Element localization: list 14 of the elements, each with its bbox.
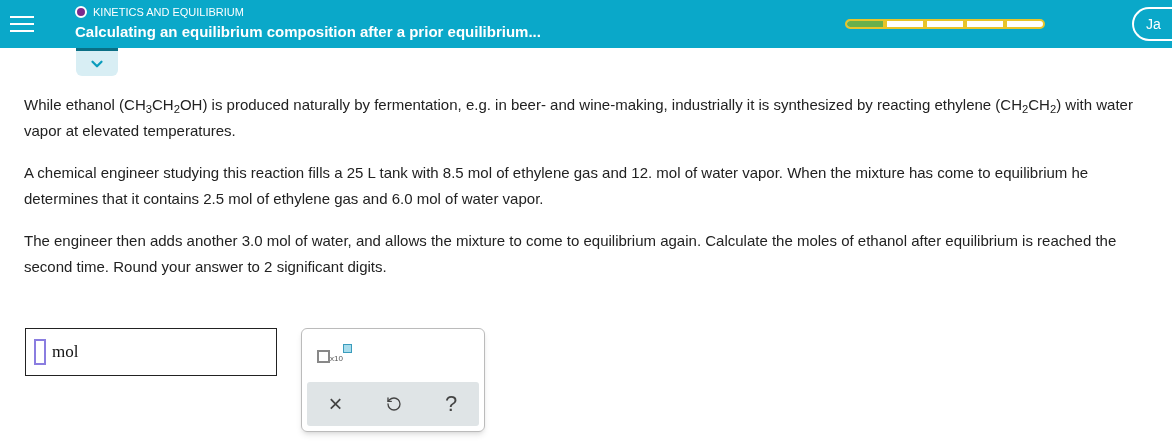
collapse-toggle[interactable] [76,48,118,76]
clear-button[interactable]: × [328,392,343,416]
help-button[interactable]: ? [445,393,458,415]
answer-field[interactable]: mol [25,328,277,376]
cursor-box-icon [34,339,46,365]
problem-paragraph: A chemical engineer studying this reaction fills a 25 L tank with 8.5 mol of ethylene gas and 12. mol of water vapor. When the mixture has come to equilibrium he determines that it contains 2.5 mol of ethylene gas and 6.0 mol of water vapor. [24,163,1090,209]
undo-icon[interactable] [385,396,402,412]
problem-paragraph: The engineer then adds another 3.0 mol of water, and allows the mixture to come to equilibrium again. Calculate the moles of ethanol after equilibrium is reached the second time. Round your answer to 2 significant digits. [24,231,1118,277]
topic-label: KINETICS AND EQUILIBRIUM [93,5,244,19]
problem-paragraph: While ethanol (CH$_{3}$CH$_{2}$OH) is produced naturally by fermentation, e.g. in beer- and wine-making, industrially it is synthesized by reacting ethylene (CH$_{2}$CH$_{2}$) with water vapor at elevated temperatures. [24,95,1134,141]
unit-label: mol [52,341,79,364]
page-title: Calculating an equilibrium composition after a prior equilibrium... [75,22,541,42]
menu-icon[interactable] [10,14,34,34]
scientific-notation-button[interactable]: x10 [317,344,352,363]
